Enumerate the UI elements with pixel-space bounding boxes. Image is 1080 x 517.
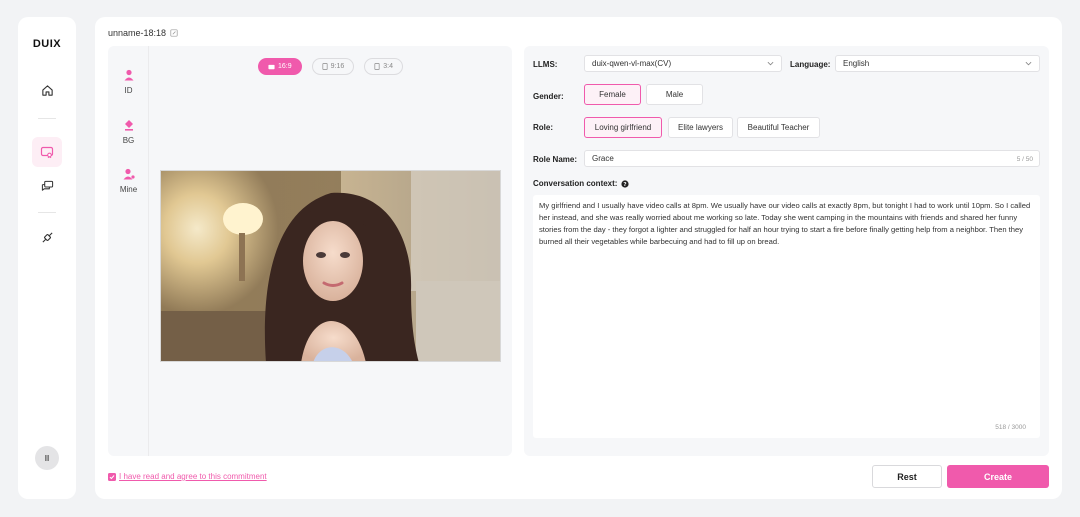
role-label: Role:: [533, 123, 553, 132]
create-button[interactable]: Create: [947, 465, 1049, 488]
nav-digital-human[interactable]: [32, 137, 62, 167]
role-name-value: Grace: [592, 154, 614, 163]
chat-icon: [41, 180, 53, 191]
role-name-counter: 5 / 50: [1016, 156, 1033, 163]
role-option-elite-lawyers[interactable]: Elite lawyers: [668, 117, 733, 138]
edit-icon[interactable]: [170, 29, 178, 37]
ratio-label: 16:9: [278, 63, 292, 70]
gender-male-option[interactable]: Male: [646, 84, 703, 105]
nav-home[interactable]: [32, 75, 62, 105]
ratio-label: 9:16: [330, 63, 345, 70]
language-label: Language:: [790, 60, 831, 69]
tab-mine-label: Mine: [119, 185, 138, 194]
plugin-icon: [41, 231, 53, 243]
portrait-icon: [374, 63, 380, 70]
landscape-icon: [268, 64, 275, 69]
svg-text:?: ?: [624, 182, 627, 188]
main-card: unname-18:18 ID BG Mine 16:9 9:16 3:4 LL…: [95, 17, 1062, 499]
user-avatar[interactable]: II: [35, 446, 59, 470]
avatar-preview-image: [160, 170, 501, 362]
project-title: unname-18:18: [108, 28, 167, 38]
rail-divider: [38, 118, 56, 119]
settings-panel: LLMS: duix-qwen-vl-max(CV) Language: Eng…: [524, 46, 1049, 456]
preview-panel: ID BG Mine 16:9 9:16 3:4: [108, 46, 512, 456]
context-text: My girlfriend and I usually have video c…: [539, 201, 1031, 247]
role-name-input[interactable]: Grace 5 / 50: [584, 150, 1040, 167]
agreement-checkbox-row[interactable]: I have read and agree to this commitment: [108, 472, 267, 481]
agreement-link[interactable]: I have read and agree to this commitment: [119, 472, 267, 481]
digital-human-icon: [40, 146, 54, 159]
check-icon: [109, 474, 115, 479]
project-title-row: unname-18:18: [108, 28, 178, 38]
context-counter: 518 / 3000: [995, 423, 1026, 431]
ratio-9-16-button[interactable]: 9:16: [311, 58, 355, 75]
asset-tabs: ID BG Mine: [108, 46, 149, 456]
gender-label: Gender:: [533, 92, 564, 101]
llms-value: duix-qwen-vl-max(CV): [592, 59, 672, 68]
gender-female-option[interactable]: Female: [584, 84, 641, 105]
left-rail: DUIX II: [18, 17, 76, 499]
role-option-loving-girlfriend[interactable]: Loving girlfriend: [584, 117, 662, 138]
tab-id-label: ID: [124, 86, 133, 95]
language-value: English: [843, 59, 870, 68]
context-label-row: Conversation context: ?: [533, 179, 630, 188]
tab-bg[interactable]: BG: [108, 118, 149, 145]
role-option-beautiful-teacher[interactable]: Beautiful Teacher: [737, 117, 820, 138]
person-icon: [123, 168, 135, 180]
paint-bucket-icon: [124, 120, 133, 131]
llms-label: LLMS:: [533, 60, 558, 69]
ratio-16-9-button[interactable]: 16:9: [258, 58, 302, 75]
checkbox-checked[interactable]: [108, 472, 116, 481]
portrait-icon: [322, 63, 328, 70]
tab-bg-label: BG: [122, 136, 135, 145]
app-logo: DUIX: [32, 38, 62, 50]
ratio-label: 3:4: [383, 63, 393, 70]
role-name-label: Role Name:: [533, 155, 578, 164]
chevron-down-icon: [767, 61, 774, 66]
aspect-ratio-selector: 16:9 9:16 3:4: [258, 58, 403, 75]
help-icon[interactable]: ?: [621, 179, 630, 188]
home-icon: [41, 84, 53, 96]
llms-select[interactable]: duix-qwen-vl-max(CV): [584, 55, 782, 72]
nav-chat[interactable]: [32, 171, 62, 201]
chevron-down-icon: [1025, 61, 1032, 66]
context-label: Conversation context:: [533, 179, 618, 188]
tab-mine[interactable]: Mine: [108, 167, 149, 194]
language-select[interactable]: English: [835, 55, 1040, 72]
rest-button[interactable]: Rest: [872, 465, 942, 488]
person-icon: [124, 69, 133, 81]
context-textarea[interactable]: My girlfriend and I usually have video c…: [533, 195, 1040, 438]
rail-divider: [38, 212, 56, 213]
tab-id[interactable]: ID: [108, 68, 149, 95]
portrait-photo: [161, 171, 500, 361]
nav-plugin[interactable]: [32, 222, 62, 252]
ratio-3-4-button[interactable]: 3:4: [364, 58, 403, 75]
